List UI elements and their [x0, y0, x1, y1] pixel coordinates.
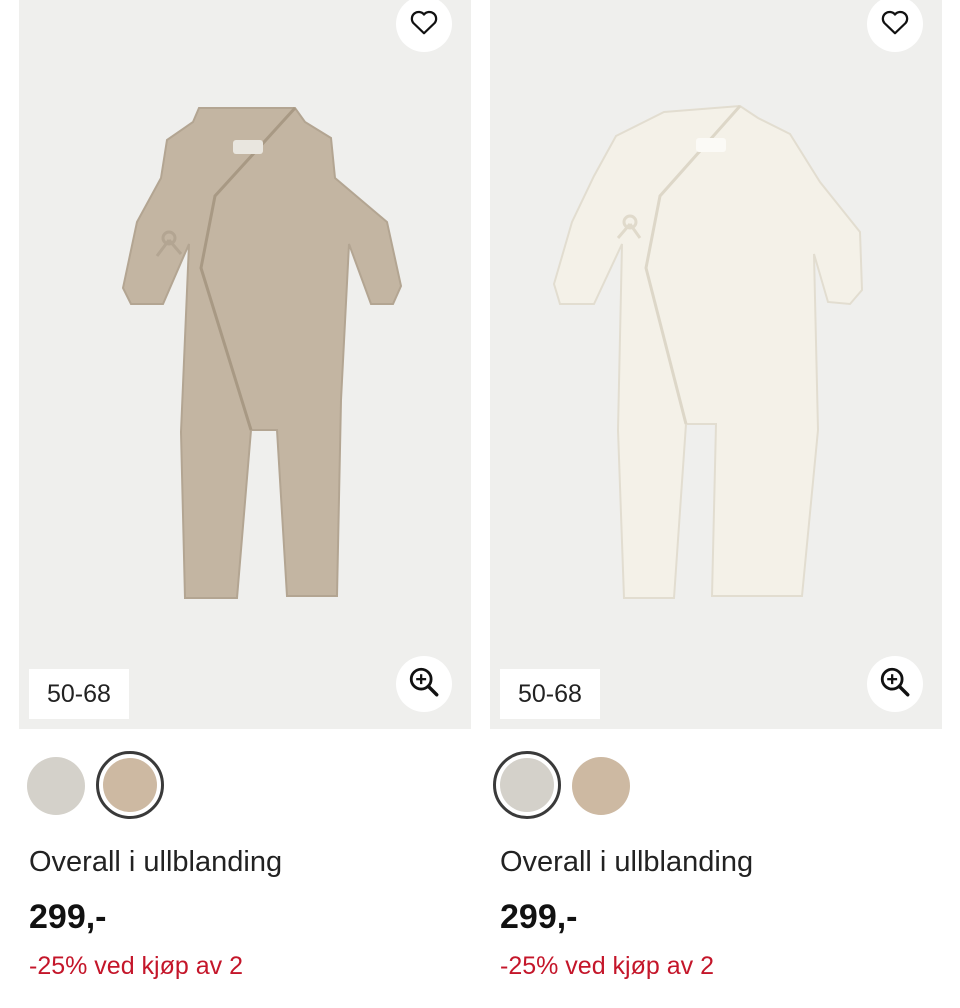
product-card-0[interactable]: 50-68 Overall i ullblanding 299,- -25% v… [19, 0, 471, 980]
color-swatch-grey-selected[interactable] [493, 751, 561, 819]
product-card-1[interactable]: 50-68 Overall i ullblanding 299,- -25% v… [490, 0, 942, 980]
size-tag: 50-68 [500, 669, 600, 719]
color-swatch-beige-selected[interactable] [96, 751, 164, 819]
product-price: 299,- [29, 898, 107, 936]
color-swatch-beige[interactable] [572, 757, 630, 815]
zoom-button[interactable] [396, 656, 452, 712]
size-tag: 50-68 [29, 669, 129, 719]
zoom-in-icon [407, 665, 441, 704]
zoom-in-icon [878, 665, 912, 704]
color-swatches [27, 751, 327, 821]
garment-image [121, 106, 403, 599]
promo-text: -25% ved kjøp av 2 [500, 952, 714, 980]
promo-text: -25% ved kjøp av 2 [29, 952, 243, 980]
garment-image [552, 104, 864, 599]
heart-icon [880, 8, 910, 41]
heart-icon [409, 8, 439, 41]
color-swatch-grey[interactable] [27, 757, 85, 815]
zoom-button[interactable] [867, 656, 923, 712]
color-swatches [493, 751, 798, 821]
product-price: 299,- [500, 898, 578, 936]
product-title[interactable]: Overall i ullblanding [500, 846, 753, 879]
product-image-1[interactable]: 50-68 [490, 0, 942, 729]
product-image-0[interactable]: 50-68 [19, 0, 471, 729]
product-title[interactable]: Overall i ullblanding [29, 846, 282, 879]
